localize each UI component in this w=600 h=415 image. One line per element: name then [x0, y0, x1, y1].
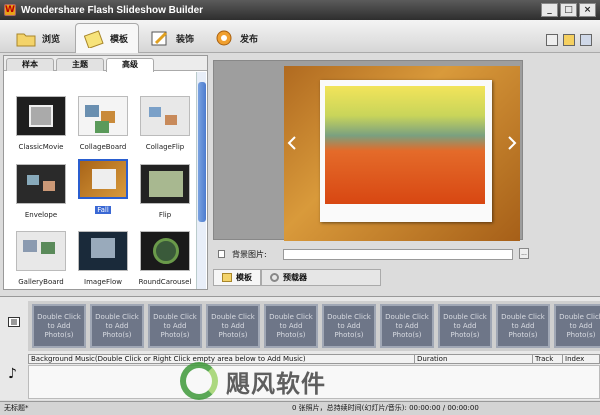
template-name: ImageFlow [84, 278, 122, 286]
tulip-image [325, 86, 485, 204]
template-name: ClassicMovie [18, 143, 64, 151]
tab-label: 模板 [236, 273, 252, 282]
preview-area [213, 60, 523, 241]
photo-slot[interactable]: Double Click to Add Photo(s) [322, 304, 376, 348]
project-name: 无标题* [4, 404, 29, 412]
template-thumbnail [140, 231, 190, 271]
template-collageboard[interactable]: CollageBoard [75, 96, 131, 151]
preview-photo [320, 80, 492, 222]
template-preview [284, 66, 520, 241]
template-roundcarousel[interactable]: RoundCarousel [137, 231, 193, 286]
template-galleryboard[interactable]: GalleryBoard [13, 231, 69, 286]
template-name: Envelope [24, 211, 58, 219]
maximize-button[interactable]: □ [560, 3, 577, 17]
photo-slot[interactable]: Double Click to Add Photo(s) [554, 304, 600, 348]
template-fall[interactable]: Fall [75, 159, 131, 214]
template-name: Fall [95, 206, 111, 214]
window-title: Wondershare Flash Slideshow Builder [21, 4, 204, 16]
title-bar: W Wondershare Flash Slideshow Builder _ … [0, 0, 600, 20]
duration-column: Duration [415, 355, 533, 363]
template-name: Flip [158, 211, 172, 219]
subtab-advanced[interactable]: 高级 [106, 58, 154, 72]
tab-template-bottom[interactable]: 模板 [213, 269, 261, 286]
photo-slot[interactable]: Double Click to Add Photo(s) [32, 304, 86, 348]
template-classicmovie[interactable]: ClassicMovie [13, 96, 69, 151]
template-flip[interactable]: Flip [137, 164, 193, 219]
filmstrip-icon [8, 317, 20, 327]
background-label: 背景图片: [232, 249, 267, 259]
template-thumbnail [140, 96, 190, 136]
photo-slot[interactable]: Double Click to Add Photo(s) [264, 304, 318, 348]
main-tab-bar: 浏览 模板 装饰 发布 [0, 20, 600, 53]
tab-label: 装饰 [176, 33, 195, 44]
tab-template[interactable]: 模板 [75, 23, 140, 53]
next-arrow-icon[interactable] [507, 136, 517, 150]
scrollbar-thumb[interactable] [198, 82, 206, 222]
browse-button[interactable]: ... [519, 248, 529, 259]
background-input[interactable] [283, 248, 513, 260]
subtab-themes[interactable]: 主题 [56, 58, 104, 71]
photo-slot[interactable]: Double Click to Add Photo(s) [90, 304, 144, 348]
watermark: 飓风软件 [180, 362, 326, 400]
photo-slot[interactable]: Double Click to Add Photo(s) [380, 304, 434, 348]
tab-preloader[interactable]: 预载器 [261, 269, 381, 286]
photo-slot[interactable]: Double Click to Add Photo(s) [148, 304, 202, 348]
preloader-icon [270, 273, 279, 282]
watermark-text: 飓风软件 [226, 369, 326, 398]
tab-browse[interactable]: 浏览 [8, 23, 70, 53]
template-thumbnail [78, 231, 128, 271]
background-checkbox[interactable] [218, 250, 226, 258]
template-thumbnail [78, 96, 128, 136]
minimize-button[interactable]: _ [541, 3, 558, 17]
photo-slot[interactable]: Double Click to Add Photo(s) [496, 304, 550, 348]
track-column: Track [533, 355, 563, 363]
tab-label: 浏览 [42, 33, 61, 44]
photo-slot[interactable]: Double Click to Add Photo(s) [206, 304, 260, 348]
close-button[interactable]: × [579, 3, 596, 17]
template-name: CollageFlip [145, 143, 185, 151]
template-icon [83, 29, 104, 49]
decoration-icon [150, 29, 170, 47]
tab-publish[interactable]: 发布 [206, 23, 268, 53]
settings-icon[interactable] [580, 34, 592, 46]
template-panel: 样本 主题 高级 ClassicMovie CollageBoard Colla… [3, 55, 208, 290]
prev-arrow-icon[interactable] [287, 136, 297, 150]
template-subtabs: 样本 主题 高级 [4, 56, 207, 72]
template-name: CollageBoard [79, 143, 127, 151]
template-thumbnail [78, 159, 128, 199]
background-row: 背景图片: ... [218, 246, 529, 262]
tab-label: 发布 [240, 33, 259, 44]
template-name: RoundCarousel [138, 278, 192, 286]
photo-slot[interactable]: Double Click to Add Photo(s) [438, 304, 492, 348]
music-note-icon: ♪ [8, 366, 17, 382]
template-thumbnail [16, 231, 66, 271]
template-thumbnail [16, 96, 66, 136]
new-project-icon[interactable] [546, 34, 558, 46]
template-imageflow[interactable]: ImageFlow [75, 231, 131, 286]
status-summary: 0 张照片，总持续时间(幻灯片/音乐): 00:00:00 / 00:00:00 [292, 404, 479, 412]
template-scrollbar[interactable] [196, 72, 206, 289]
template-thumbnail [16, 164, 66, 204]
app-logo-icon: W [4, 4, 16, 16]
photo-track[interactable]: Double Click to Add Photo(s) Double Clic… [28, 301, 600, 351]
tab-label: 模板 [110, 34, 129, 44]
publish-icon [214, 29, 234, 47]
template-icon [222, 273, 232, 282]
template-thumbnail [140, 164, 190, 204]
subtab-samples[interactable]: 样本 [6, 58, 54, 71]
watermark-logo-icon [180, 362, 218, 400]
bottom-tabs: 模板 预载器 [213, 269, 543, 286]
save-icon[interactable] [563, 34, 575, 46]
tab-decoration[interactable]: 装饰 [142, 23, 204, 53]
folder-icon [16, 29, 36, 47]
template-name: GalleryBoard [18, 278, 64, 286]
template-collageflip[interactable]: CollageFlip [137, 96, 193, 151]
index-column: Index [565, 355, 585, 363]
status-bar: 无标题* 0 张照片，总持续时间(幻灯片/音乐): 00:00:00 / 00:… [0, 401, 600, 415]
tab-label: 预载器 [283, 273, 307, 282]
template-envelope[interactable]: Envelope [13, 164, 69, 219]
